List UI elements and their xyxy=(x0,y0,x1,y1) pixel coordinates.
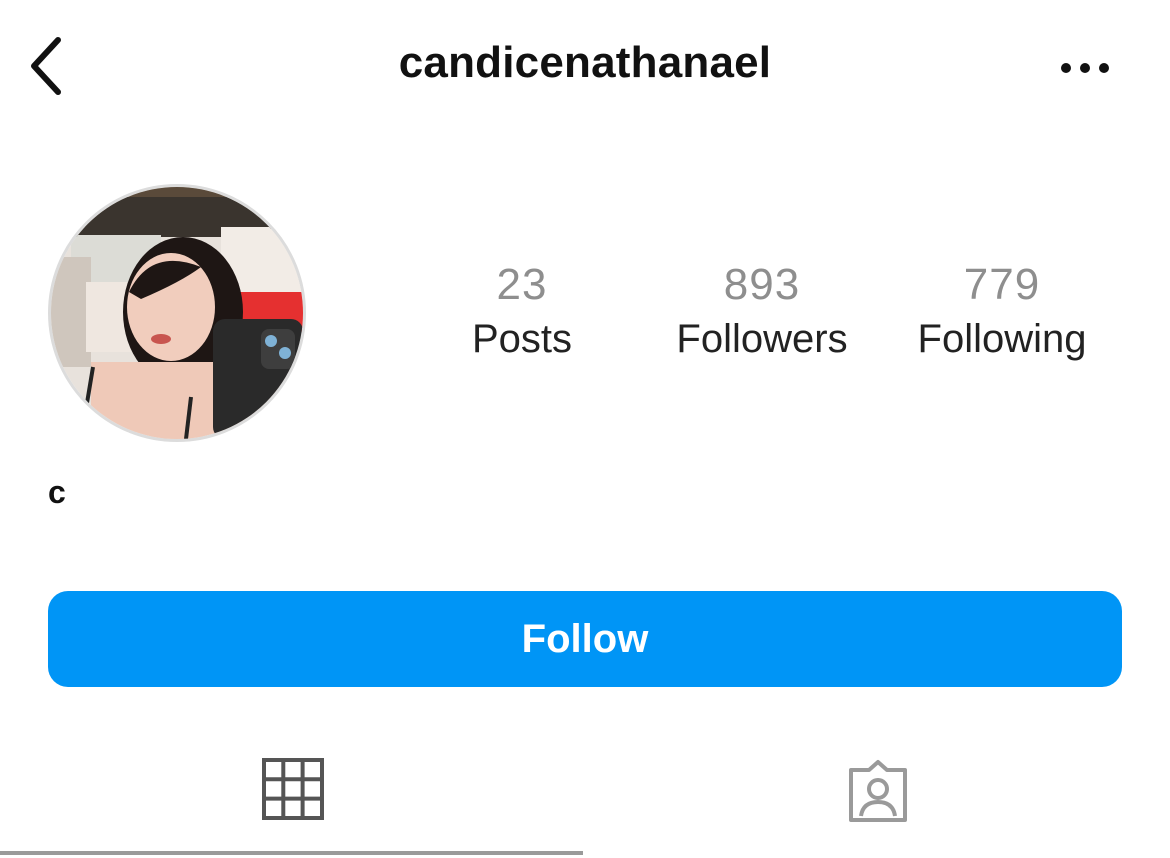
posts-stat[interactable]: 23 Posts xyxy=(412,258,632,366)
following-label: Following xyxy=(917,317,1087,361)
tab-posts-grid[interactable] xyxy=(0,740,585,858)
followers-count: 893 xyxy=(723,260,801,309)
posts-count: 23 xyxy=(496,260,548,309)
followers-label: Followers xyxy=(676,317,848,361)
header-bar: candicenathanael xyxy=(0,0,1170,132)
profile-display-name: c xyxy=(48,474,66,510)
tab-tagged[interactable] xyxy=(585,740,1170,858)
posts-label: Posts xyxy=(471,317,573,361)
avatar[interactable] xyxy=(48,184,306,442)
follow-button[interactable]: Follow xyxy=(48,591,1122,687)
profile-photo xyxy=(51,187,303,439)
more-horizontal-icon xyxy=(1061,63,1109,73)
followers-stat[interactable]: 893 Followers xyxy=(652,258,872,366)
grid-icon xyxy=(261,758,324,820)
profile-screen: candicenathanael 23 Posts 893 Followers … xyxy=(0,0,1170,858)
more-options-button[interactable] xyxy=(1052,46,1118,90)
following-count: 779 xyxy=(963,260,1041,309)
profile-username: candicenathanael xyxy=(398,38,772,87)
tagged-person-icon xyxy=(848,760,907,822)
following-stat[interactable]: 779 Following xyxy=(892,258,1112,366)
selected-tab-indicator xyxy=(0,851,583,855)
